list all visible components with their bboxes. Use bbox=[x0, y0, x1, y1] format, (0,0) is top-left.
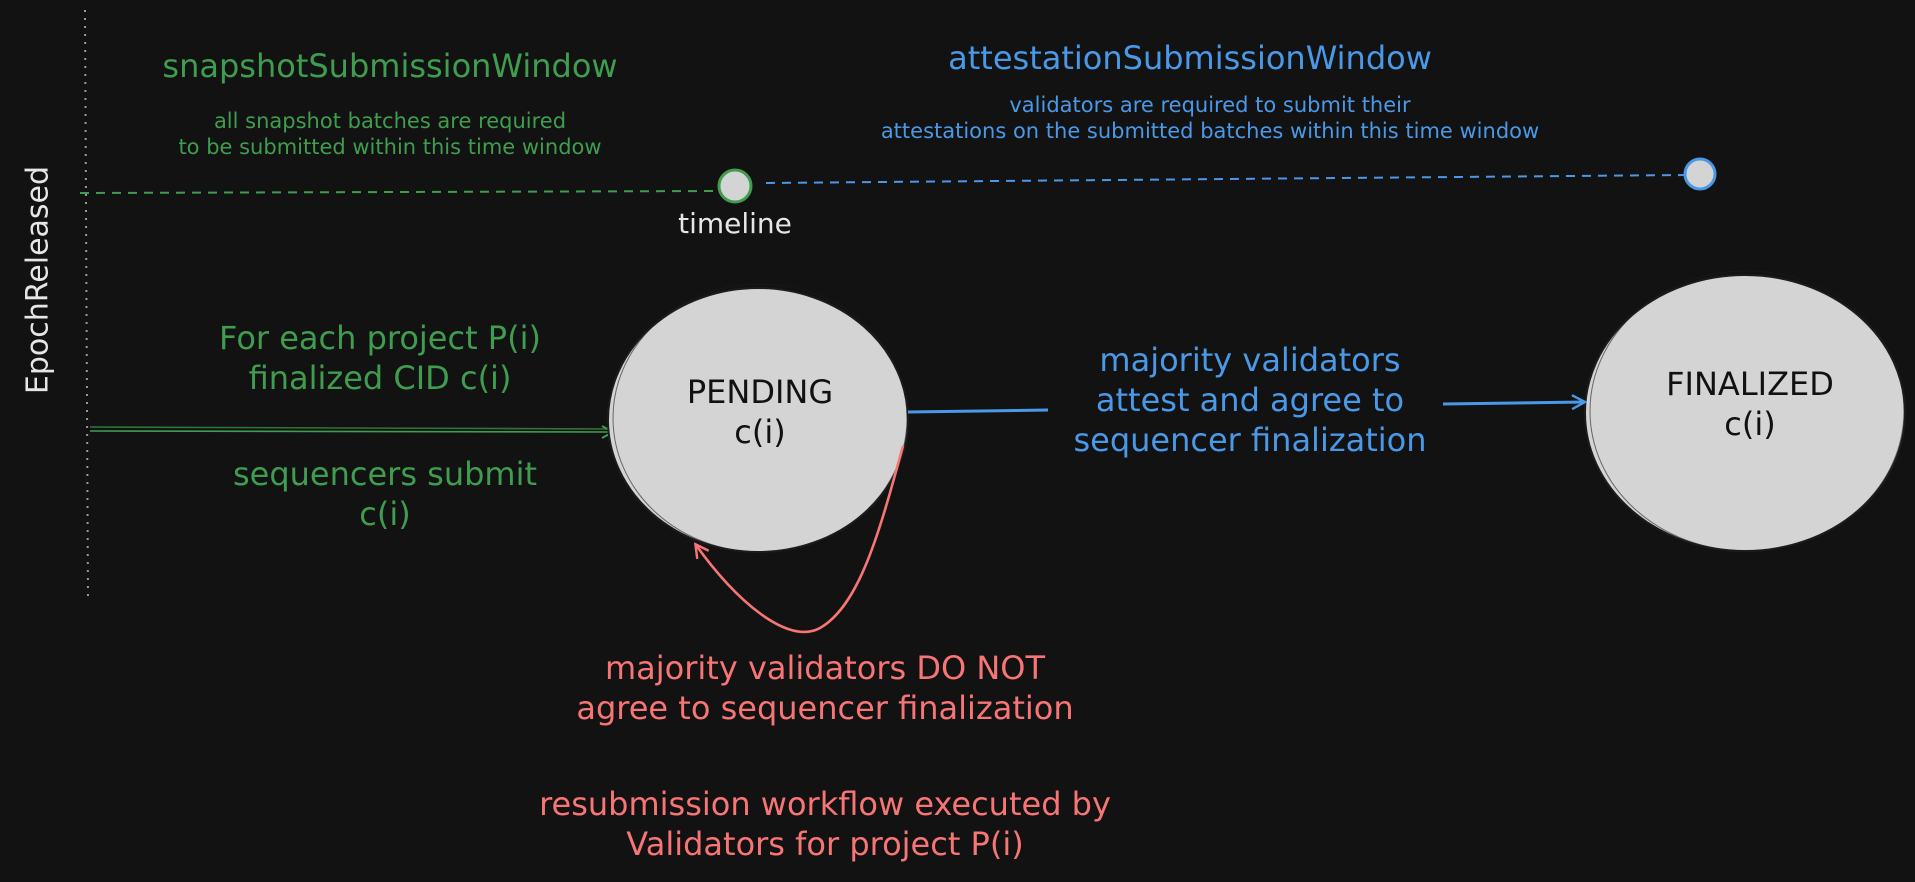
epoch-released-label: EpochReleased bbox=[20, 165, 56, 395]
snapshot-window-title: snapshotSubmissionWindow bbox=[162, 47, 618, 85]
diagram-canvas: snapshotSubmissionWindow all snapshot ba… bbox=[0, 0, 1915, 882]
project-cid-label: For each project P(i) finalized CID c(i) bbox=[219, 319, 541, 397]
snapshot-window-line bbox=[79, 190, 719, 194]
snapshot-window-end-marker bbox=[717, 168, 753, 204]
attest-transition-label: majority validators attest and agree to … bbox=[1073, 341, 1427, 459]
timeline-label: timeline bbox=[678, 207, 792, 240]
attestation-window-line bbox=[765, 174, 1687, 184]
sequencer-submit-label: sequencers submit c(i) bbox=[232, 455, 538, 533]
attestation-window-end-marker bbox=[1683, 157, 1717, 191]
pending-node-label: PENDING c(i) bbox=[686, 373, 834, 451]
epoch-divider-line bbox=[84, 9, 89, 601]
sequencer-submit-arrow bbox=[89, 431, 612, 432]
reject-transition-label: majority validators DO NOT agree to sequ… bbox=[576, 649, 1074, 727]
attestation-window-title: attestationSubmissionWindow bbox=[948, 39, 1432, 77]
finalized-node-label: FINALIZED c(i) bbox=[1666, 365, 1834, 443]
attestation-window-description: validators are required to submit their … bbox=[880, 93, 1540, 144]
resubmission-workflow-label: resubmission workflow executed by Valida… bbox=[539, 785, 1111, 863]
sequencer-submit-arrow-shadow bbox=[89, 426, 613, 430]
snapshot-window-description: all snapshot batches are required to be … bbox=[178, 109, 602, 160]
